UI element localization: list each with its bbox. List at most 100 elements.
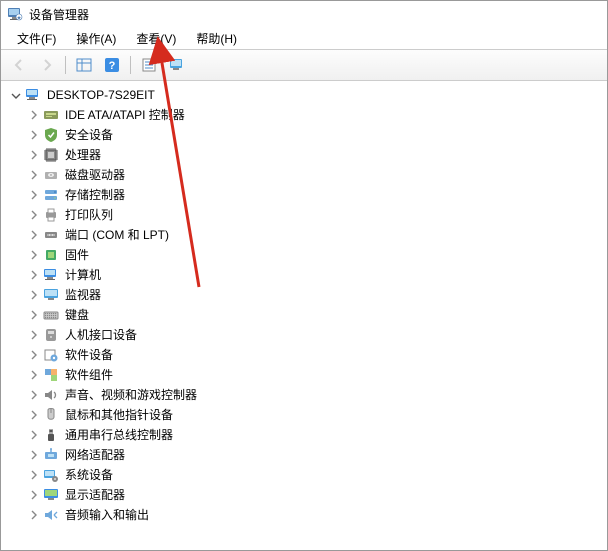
tree-category-node[interactable]: 系统设备 [27, 465, 607, 485]
tree-root-node[interactable]: DESKTOP-7S29EIT [9, 85, 607, 105]
tree-category-node[interactable]: 音频输入和输出 [27, 505, 607, 525]
menu-help[interactable]: 帮助(H) [186, 28, 247, 49]
expand-toggle[interactable] [27, 228, 41, 242]
software-component-icon [43, 367, 59, 383]
properties-icon [141, 57, 157, 73]
expand-toggle[interactable] [27, 488, 41, 502]
tree-category-node[interactable]: 打印队列 [27, 205, 607, 225]
security-icon [43, 127, 59, 143]
device-tree-pane[interactable]: DESKTOP-7S29EITIDE ATA/ATAPI 控制器安全设备处理器磁… [1, 81, 607, 550]
node-label: 端口 (COM 和 LPT) [63, 225, 171, 245]
monitor-icon [43, 287, 59, 303]
node-label: 监视器 [63, 285, 103, 305]
display-icon [43, 487, 59, 503]
tree-category-node[interactable]: 处理器 [27, 145, 607, 165]
expand-toggle[interactable] [27, 248, 41, 262]
expand-toggle[interactable] [27, 108, 41, 122]
svg-text:?: ? [109, 60, 116, 72]
help-icon: ? [104, 57, 120, 73]
menu-view[interactable]: 查看(V) [126, 28, 186, 49]
system-icon [43, 467, 59, 483]
window-title: 设备管理器 [29, 6, 89, 23]
node-label: DESKTOP-7S29EIT [45, 85, 157, 105]
tree-category-node[interactable]: 安全设备 [27, 125, 607, 145]
node-label: 键盘 [63, 305, 91, 325]
expand-toggle[interactable] [27, 148, 41, 162]
expand-toggle[interactable] [27, 388, 41, 402]
node-label: 人机接口设备 [63, 325, 139, 345]
expand-toggle[interactable] [27, 188, 41, 202]
node-label: 固件 [63, 245, 91, 265]
device-manager-window: 设备管理器 文件(F) 操作(A) 查看(V) 帮助(H) ? DESKTOP-… [0, 0, 608, 551]
expand-toggle[interactable] [27, 268, 41, 282]
expand-toggle[interactable] [27, 288, 41, 302]
arrow-right-icon [39, 57, 55, 73]
node-label: 显示适配器 [63, 485, 127, 505]
back-button[interactable] [6, 53, 32, 77]
node-label: 网络适配器 [63, 445, 127, 465]
help-button[interactable]: ? [99, 53, 125, 77]
expand-toggle[interactable] [27, 428, 41, 442]
node-label: 软件组件 [63, 365, 115, 385]
expand-toggle[interactable] [27, 308, 41, 322]
tree-category-node[interactable]: 声音、视频和游戏控制器 [27, 385, 607, 405]
firmware-icon [43, 247, 59, 263]
tree-category-node[interactable]: IDE ATA/ATAPI 控制器 [27, 105, 607, 125]
expand-toggle[interactable] [27, 208, 41, 222]
node-label: 通用串行总线控制器 [63, 425, 175, 445]
expand-toggle[interactable] [27, 468, 41, 482]
node-label: 系统设备 [63, 465, 115, 485]
tree-category-node[interactable]: 软件组件 [27, 365, 607, 385]
toolbar-separator [130, 56, 131, 74]
menubar: 文件(F) 操作(A) 查看(V) 帮助(H) [1, 27, 607, 49]
app-icon [7, 6, 23, 22]
tree-category-node[interactable]: 监视器 [27, 285, 607, 305]
node-label: 磁盘驱动器 [63, 165, 127, 185]
node-label: 安全设备 [63, 125, 115, 145]
expand-toggle[interactable] [27, 448, 41, 462]
cpu-icon [43, 147, 59, 163]
arrow-left-icon [11, 57, 27, 73]
expand-toggle[interactable] [27, 408, 41, 422]
menu-file[interactable]: 文件(F) [7, 28, 66, 49]
tree-category-node[interactable]: 鼠标和其他指针设备 [27, 405, 607, 425]
titlebar: 设备管理器 [1, 1, 607, 27]
printer-icon [43, 207, 59, 223]
scan-monitor-icon [169, 57, 185, 73]
menu-action[interactable]: 操作(A) [66, 28, 126, 49]
forward-button[interactable] [34, 53, 60, 77]
show-hide-console-button[interactable] [71, 53, 97, 77]
tree-category-node[interactable]: 网络适配器 [27, 445, 607, 465]
network-icon [43, 447, 59, 463]
scan-hardware-button[interactable] [164, 53, 190, 77]
tree-category-node[interactable]: 键盘 [27, 305, 607, 325]
tree-category-node[interactable]: 人机接口设备 [27, 325, 607, 345]
node-label: 声音、视频和游戏控制器 [63, 385, 199, 405]
audio-io-icon [43, 507, 59, 523]
tree-category-node[interactable]: 存储控制器 [27, 185, 607, 205]
node-label: 软件设备 [63, 345, 115, 365]
expand-toggle[interactable] [27, 128, 41, 142]
expand-toggle[interactable] [27, 508, 41, 522]
tree-category-node[interactable]: 软件设备 [27, 345, 607, 365]
tree-category-node[interactable]: 显示适配器 [27, 485, 607, 505]
tree-category-node[interactable]: 通用串行总线控制器 [27, 425, 607, 445]
computer-icon [25, 87, 41, 103]
expand-toggle[interactable] [27, 368, 41, 382]
console-tree-icon [76, 57, 92, 73]
collapse-toggle[interactable] [9, 88, 23, 102]
disk-icon [43, 167, 59, 183]
hid-icon [43, 327, 59, 343]
tree-category-node[interactable]: 固件 [27, 245, 607, 265]
properties-button[interactable] [136, 53, 162, 77]
expand-toggle[interactable] [27, 328, 41, 342]
expand-toggle[interactable] [27, 348, 41, 362]
toolbar: ? [1, 49, 607, 81]
expand-toggle[interactable] [27, 168, 41, 182]
tree-category-node[interactable]: 计算机 [27, 265, 607, 285]
node-label: 处理器 [63, 145, 103, 165]
tree-category-node[interactable]: 磁盘驱动器 [27, 165, 607, 185]
node-label: 鼠标和其他指针设备 [63, 405, 175, 425]
mouse-icon [43, 407, 59, 423]
tree-category-node[interactable]: 端口 (COM 和 LPT) [27, 225, 607, 245]
